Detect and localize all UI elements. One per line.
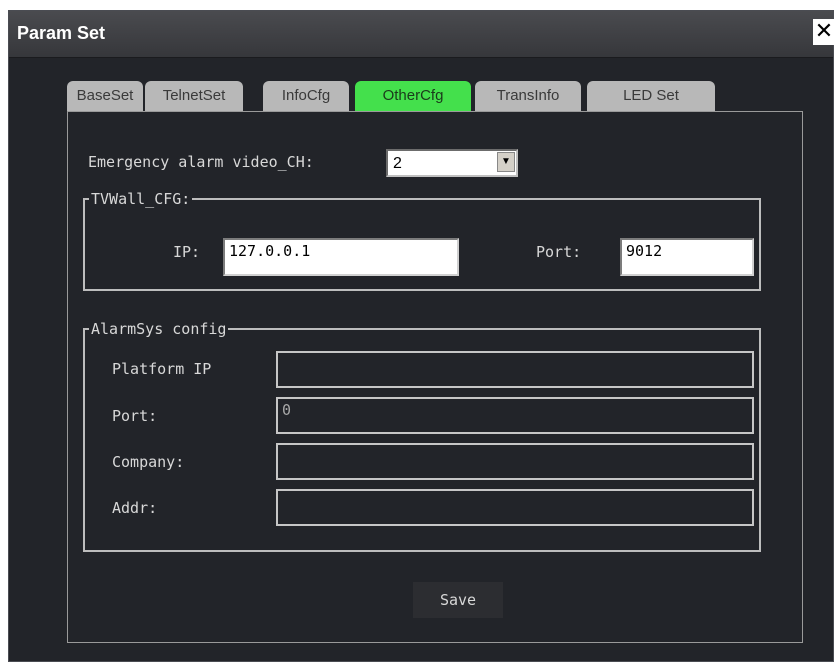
tab-infocfg[interactable]: InfoCfg [263, 81, 349, 111]
tab-baseset[interactable]: BaseSet [67, 81, 143, 111]
tab-ledset[interactable]: LED Set [587, 81, 715, 111]
tvwall-legend: TVWall_CFG: [91, 190, 191, 208]
param-set-window: Param Set ✕ BaseSet TelnetSet InfoCfg Ot… [8, 10, 835, 662]
othercfg-panel: Emergency alarm video_CH: 2 ▼ TVWall_CFG… [67, 111, 803, 643]
addr-field[interactable] [276, 489, 754, 526]
emergency-channel-select[interactable]: 2 ▼ [386, 149, 518, 177]
tab-othercfg[interactable]: OtherCfg [355, 81, 471, 111]
tvwall-port-label: Port: [536, 243, 582, 261]
alarmsys-legend: AlarmSys config [91, 320, 227, 338]
tvwall-port-field[interactable]: 9012 [620, 238, 754, 276]
window-title: Param Set [17, 23, 106, 43]
emergency-alarm-label: Emergency alarm video_CH: [88, 153, 314, 171]
tab-bar: BaseSet TelnetSet InfoCfg OtherCfg Trans… [67, 75, 727, 111]
close-icon: ✕ [814, 19, 834, 44]
tab-telnetset[interactable]: TelnetSet [145, 81, 243, 111]
save-button[interactable]: Save [413, 582, 503, 618]
company-field[interactable] [276, 443, 754, 480]
tab-transinfo[interactable]: TransInfo [475, 81, 581, 111]
tvwall-ip-field[interactable]: 127.0.0.1 [223, 238, 459, 276]
alarm-port-field[interactable]: 0 [276, 397, 754, 434]
platform-ip-field[interactable] [276, 351, 754, 388]
tvwall-ip-label: IP: [173, 243, 201, 261]
addr-label: Addr: [112, 499, 158, 517]
company-label: Company: [112, 453, 185, 471]
emergency-channel-value: 2 [393, 155, 402, 172]
platform-ip-label: Platform IP [112, 360, 212, 378]
title-bar[interactable]: Param Set ✕ [9, 11, 835, 58]
close-button[interactable]: ✕ [813, 19, 835, 45]
chevron-down-icon[interactable]: ▼ [497, 152, 515, 172]
alarm-port-label: Port: [112, 407, 158, 425]
